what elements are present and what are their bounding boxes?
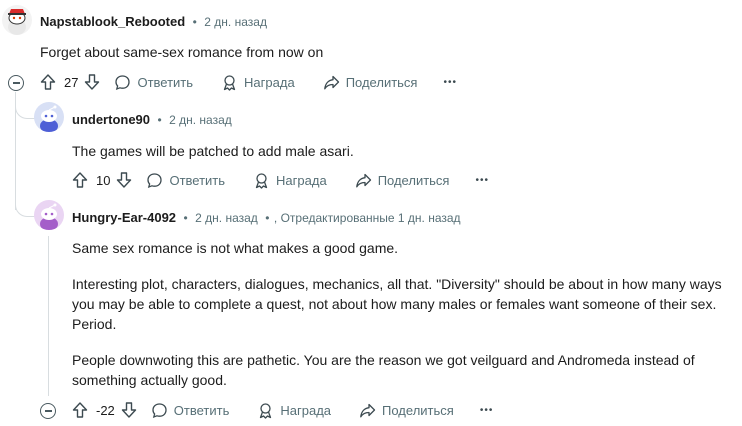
reply-label: Ответить <box>173 402 230 418</box>
award-button[interactable]: Награда <box>253 172 327 189</box>
share-label: Поделиться <box>382 402 454 418</box>
share-label: Поделиться <box>345 74 418 90</box>
comment-actions: 10 Ответить Награда Поделиться ••• <box>72 171 489 189</box>
more-options-icon: ••• <box>475 174 489 186</box>
upvote-button[interactable] <box>40 73 56 91</box>
comment-header: Hungry-Ear-4092 • 2 дн. назад • , Отреда… <box>72 209 461 227</box>
share-button[interactable]: Поделиться <box>359 402 454 419</box>
avatar[interactable] <box>2 5 32 35</box>
reply-button[interactable]: Ответить <box>114 74 193 91</box>
separator: • <box>192 15 197 29</box>
share-icon <box>355 173 371 187</box>
author-name[interactable]: undertone90 <box>72 112 150 127</box>
author-name[interactable]: Hungry-Ear-4092 <box>72 210 176 225</box>
collapse-thread-button[interactable] <box>8 75 24 91</box>
downvote-button[interactable] <box>116 171 132 189</box>
comment-paragraph: Forget about same-sex romance from now o… <box>40 44 324 60</box>
timestamp[interactable]: 2 дн. назад <box>204 15 267 29</box>
share-label: Поделиться <box>377 172 450 188</box>
avatar[interactable] <box>34 102 64 132</box>
comment-paragraph: Interesting plot, characters, dialogues,… <box>72 276 722 332</box>
award-icon <box>260 402 272 419</box>
comment-bubble-icon <box>147 172 163 188</box>
thread-elbow-reply-2 <box>15 190 36 217</box>
downvote-icon <box>121 402 136 418</box>
vote-score: -22 <box>96 402 115 418</box>
collapse-thread-button[interactable] <box>40 403 56 419</box>
upvote-button[interactable] <box>72 401 88 419</box>
upvote-button[interactable] <box>72 171 88 189</box>
share-button[interactable]: Поделиться <box>323 74 418 91</box>
separator: • <box>157 113 162 127</box>
award-button[interactable]: Награда <box>221 74 295 91</box>
comment-body: Forget about same-sex romance from now o… <box>40 42 720 62</box>
snoo-avatar-icon <box>8 9 26 35</box>
author-name[interactable]: Napstablook_Rebooted <box>40 14 185 29</box>
more-options-icon: ••• <box>479 404 494 416</box>
comment-actions: 27 Ответить Награда Поделиться ••• <box>40 73 457 91</box>
comment-header: Napstablook_Rebooted • 2 дн. назад <box>40 13 267 31</box>
comment-paragraph: Same sex romance is not what makes a goo… <box>72 240 399 256</box>
award-label: Награда <box>244 74 295 90</box>
downvote-icon <box>85 74 100 90</box>
thread-elbow-reply-1 <box>15 92 36 119</box>
comment-bubble-icon <box>115 74 131 90</box>
vote-score: 27 <box>64 74 79 90</box>
timestamp[interactable]: 2 дн. назад <box>169 113 232 127</box>
award-label: Награда <box>280 402 332 418</box>
vote-score: 10 <box>96 172 111 188</box>
timestamp[interactable]: 2 дн. назад <box>195 211 258 225</box>
more-options-button[interactable]: ••• <box>475 175 489 186</box>
downvote-button[interactable] <box>84 73 100 91</box>
comment-bubble-icon <box>152 402 167 418</box>
comment-body: Same sex romance is not what makes a goo… <box>72 238 724 390</box>
comment-paragraph: People downwoting this are pathetic. You… <box>72 352 695 388</box>
edited-label: , Отредактированные 1 дн. назад <box>273 211 461 225</box>
downvote-icon <box>117 172 132 188</box>
upvote-icon <box>40 74 56 90</box>
snoo-avatar-icon <box>40 105 58 132</box>
award-label: Награда <box>276 172 327 188</box>
reply-button[interactable]: Ответить <box>151 402 230 419</box>
comment-paragraph: The games will be patched to add male as… <box>72 143 354 159</box>
more-options-button[interactable]: ••• <box>480 405 494 416</box>
snoo-avatar-icon <box>40 203 58 230</box>
share-icon <box>323 75 339 89</box>
share-button[interactable]: Поделиться <box>355 172 450 189</box>
award-icon <box>255 172 268 189</box>
comment-actions: -22 Ответить Награда Поделиться ••• <box>72 401 493 419</box>
reply-label: Ответить <box>137 74 194 90</box>
award-button[interactable]: Награда <box>257 402 331 419</box>
separator: • <box>183 211 188 225</box>
upvote-icon <box>72 402 88 418</box>
downvote-button[interactable] <box>121 401 137 419</box>
more-options-icon: ••• <box>443 76 457 88</box>
separator: • <box>265 211 270 225</box>
reply-button[interactable]: Ответить <box>146 172 225 189</box>
more-options-button[interactable]: ••• <box>443 77 457 88</box>
comment-body: The games will be patched to add male as… <box>72 141 722 161</box>
avatar[interactable] <box>34 200 64 230</box>
upvote-icon <box>72 172 88 188</box>
thread-line-reply-2 <box>48 236 49 396</box>
comment-header: undertone90 • 2 дн. назад <box>72 111 232 129</box>
award-icon <box>223 74 236 91</box>
reply-label: Ответить <box>169 172 226 188</box>
share-icon <box>360 403 376 417</box>
